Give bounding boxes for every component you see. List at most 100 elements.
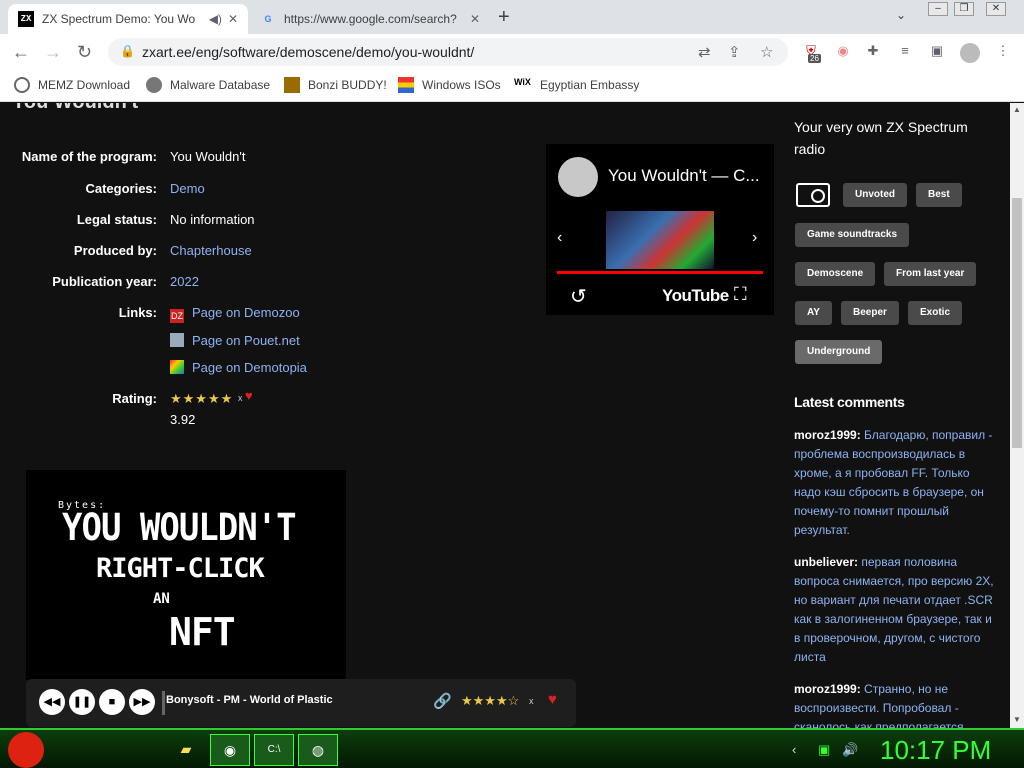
video-title[interactable]: You Wouldn't — C... bbox=[608, 166, 768, 186]
radio-underground-button[interactable]: Underground bbox=[795, 340, 883, 364]
tab-zx-spectrum[interactable]: ZX ZX Spectrum Demo: You Wo ◀) ✕ bbox=[8, 4, 248, 34]
bookmark-star-icon[interactable]: ☆ bbox=[760, 43, 773, 61]
year-link[interactable]: 2022 bbox=[170, 274, 199, 289]
channel-avatar[interactable] bbox=[558, 157, 598, 197]
share-icon[interactable]: ⇪ bbox=[728, 43, 741, 61]
speaker-icon[interactable]: ◀) bbox=[209, 12, 222, 26]
demotopia-link-row[interactable]: Page on Demotopia bbox=[170, 360, 307, 375]
comment-user[interactable]: moroz1999: bbox=[794, 428, 861, 442]
new-tab-button[interactable]: + bbox=[498, 6, 510, 29]
tray-arrow-icon[interactable]: ‹ bbox=[792, 742, 796, 757]
translate-icon[interactable]: ⇄ bbox=[698, 43, 711, 61]
previous-icon[interactable]: ◀◀ bbox=[39, 689, 65, 715]
media-control-icon[interactable]: ≡ bbox=[896, 43, 914, 61]
bookmark-label: Egyptian Embassy bbox=[540, 78, 640, 92]
extensions-puzzle-icon[interactable]: ✚ bbox=[864, 43, 882, 61]
address-bar[interactable]: 🔒 zxart.ee/eng/software/demoscene/demo/y… bbox=[108, 38, 788, 66]
video-thumbnail[interactable] bbox=[606, 211, 714, 269]
stop-icon[interactable]: ■ bbox=[99, 689, 125, 715]
chevron-left-icon[interactable]: ‹ bbox=[557, 229, 562, 247]
track-rating-x[interactable]: x bbox=[529, 696, 534, 706]
scroll-down-icon[interactable]: ▼ bbox=[1013, 715, 1021, 724]
page-scrollbar[interactable]: ▲ ▼ bbox=[1010, 103, 1024, 728]
fullscreen-icon[interactable]: ⛶ bbox=[734, 284, 747, 305]
comment-user[interactable]: moroz1999: bbox=[794, 682, 861, 696]
menu-kebab-icon[interactable]: ⋮ bbox=[994, 43, 1012, 61]
url-text[interactable]: zxart.ee/eng/software/demoscene/demo/you… bbox=[142, 44, 474, 60]
app-icon[interactable]: ◍ bbox=[298, 734, 338, 766]
radio-ay-button[interactable]: AY bbox=[795, 301, 832, 325]
pause-icon[interactable]: ❚❚ bbox=[69, 689, 95, 715]
back-arrow-icon[interactable]: ← bbox=[12, 42, 30, 63]
reload-icon[interactable]: ↻ bbox=[77, 42, 92, 63]
demozoo-link-row[interactable]: DZ Page on Demozoo bbox=[170, 305, 300, 323]
track-title: Bonysoft - PM - World of Plastic bbox=[166, 694, 333, 706]
close-window-button[interactable]: ✕ bbox=[986, 2, 1006, 16]
pouet-icon bbox=[170, 333, 184, 347]
terminal-icon[interactable]: C:\ bbox=[254, 734, 294, 766]
comment-user[interactable]: unbeliever: bbox=[794, 555, 858, 569]
categories-link[interactable]: Demo bbox=[170, 181, 205, 196]
restore-button[interactable]: ❐ bbox=[954, 2, 974, 16]
categories-label: Categories: bbox=[85, 181, 157, 196]
volume-icon[interactable]: 🔊 bbox=[842, 742, 858, 758]
radio-demoscene-button[interactable]: Demoscene bbox=[795, 262, 876, 286]
radio-icon bbox=[796, 183, 830, 207]
comment-text[interactable]: Благодарю, поправил - проблема воспроизв… bbox=[794, 428, 992, 537]
bookmark-memz[interactable]: MEMZ Download bbox=[14, 77, 130, 93]
tab-google-search[interactable]: G https://www.google.com/search? ✕ bbox=[250, 4, 490, 34]
link-icon[interactable]: 🔗 bbox=[433, 692, 452, 710]
next-icon[interactable]: ▶▶ bbox=[129, 689, 155, 715]
progress-bar[interactable] bbox=[557, 271, 763, 274]
extension-flag-icon[interactable]: ◉ bbox=[834, 43, 852, 61]
rating-label: Rating: bbox=[112, 391, 157, 406]
scroll-up-icon[interactable]: ▲ bbox=[1013, 105, 1021, 114]
heart-icon[interactable]: ♥ bbox=[548, 691, 557, 708]
program-screenshot[interactable]: Bytes: YOU WOULDN'T RIGHT-CLICK AN NFT bbox=[26, 470, 346, 680]
demozoo-link[interactable]: Page on Demozoo bbox=[192, 305, 300, 320]
network-icon[interactable]: ▣ bbox=[818, 742, 830, 758]
pouet-link[interactable]: Page on Pouet.net bbox=[192, 333, 300, 348]
bookmark-egyptian-embassy[interactable]: WiX Egyptian Embassy bbox=[514, 77, 639, 93]
rating-stars[interactable]: ★★★★★ bbox=[170, 391, 233, 407]
globe-icon bbox=[14, 77, 30, 93]
youtube-logo[interactable]: YouTube bbox=[662, 286, 729, 306]
comment-text[interactable]: первая половина вопроса снимается, про в… bbox=[794, 555, 994, 664]
tab-search-chevron-icon[interactable]: ⌄ bbox=[896, 8, 906, 22]
rating-value: 3.92 bbox=[170, 412, 196, 427]
folder-icon[interactable]: ▰ bbox=[166, 734, 206, 766]
bookmarks-bar: MEMZ Download Malware Database Bonzi BUD… bbox=[0, 70, 1024, 102]
bookmark-bonzi[interactable]: Bonzi BUDDY! bbox=[284, 77, 387, 93]
bookmark-malware-db[interactable]: Malware Database bbox=[146, 77, 270, 93]
pouet-link-row[interactable]: Page on Pouet.net bbox=[170, 333, 300, 348]
close-icon[interactable]: ✕ bbox=[470, 12, 480, 26]
heart-icon[interactable]: ♥ bbox=[245, 388, 253, 403]
producer-link[interactable]: Chapterhouse bbox=[170, 243, 252, 258]
replay-icon[interactable]: ↺ bbox=[570, 284, 587, 309]
bookmark-windows-isos[interactable]: Windows ISOs bbox=[398, 77, 501, 93]
taskbar-clock[interactable]: 10:17 PM bbox=[880, 735, 991, 766]
radio-beeper-button[interactable]: Beeper bbox=[841, 301, 899, 325]
minimize-button[interactable]: – bbox=[928, 2, 948, 16]
youtube-embed[interactable]: You Wouldn't — C... ‹ › ↺ YouTube ⛶ bbox=[546, 144, 774, 315]
zx-spectrum-icon: ZX bbox=[18, 11, 34, 27]
scroll-thumb[interactable] bbox=[1012, 198, 1022, 448]
close-icon[interactable]: ✕ bbox=[228, 12, 238, 26]
track-rating-stars[interactable]: ★★★★☆ bbox=[461, 693, 519, 709]
profile-avatar[interactable] bbox=[960, 43, 980, 63]
radio-unvoted-button[interactable]: Unvoted bbox=[843, 183, 907, 207]
start-button-angry-bird-icon[interactable] bbox=[8, 732, 44, 768]
side-panel-icon[interactable]: ▣ bbox=[928, 43, 946, 61]
radio-game-soundtracks-button[interactable]: Game soundtracks bbox=[795, 223, 910, 247]
radio-best-button[interactable]: Best bbox=[916, 183, 962, 207]
lock-icon[interactable]: 🔒 bbox=[120, 44, 135, 58]
radio-exotic-button[interactable]: Exotic bbox=[908, 301, 963, 325]
volume-handle[interactable] bbox=[162, 691, 165, 715]
radio-from-last-year-button[interactable]: From last year bbox=[884, 262, 977, 286]
rainbow-flag-icon bbox=[398, 77, 414, 93]
demotopia-link[interactable]: Page on Demotopia bbox=[192, 360, 307, 375]
chevron-right-icon[interactable]: › bbox=[752, 229, 757, 247]
chrome-icon[interactable]: ◉ bbox=[210, 734, 250, 766]
rating-x[interactable]: x bbox=[238, 393, 243, 403]
forward-arrow-icon[interactable]: → bbox=[44, 42, 62, 63]
